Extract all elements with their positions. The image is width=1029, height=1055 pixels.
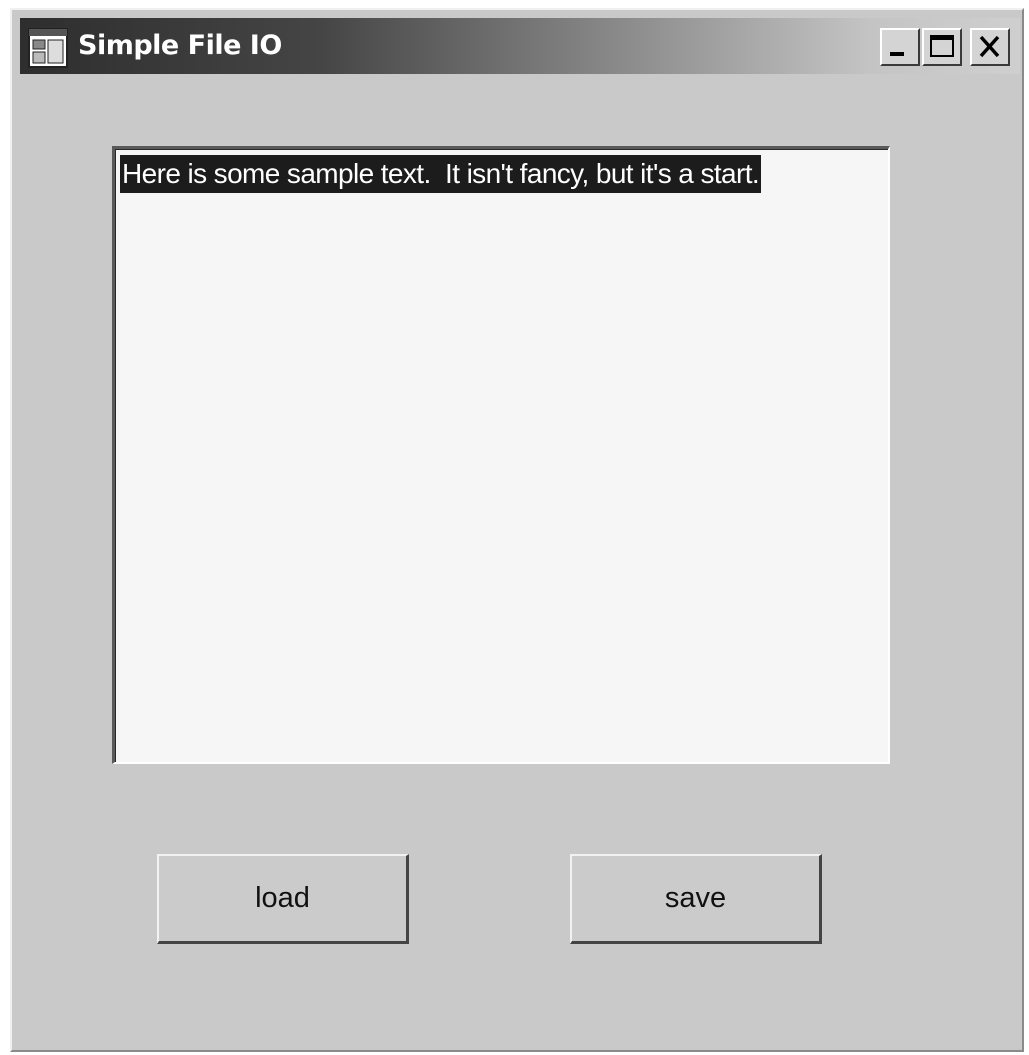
text-area[interactable]: Here is some sample text. It isn't fancy… [112, 146, 890, 764]
maximize-button[interactable] [922, 28, 962, 66]
save-button[interactable]: save [570, 854, 822, 944]
close-icon [979, 35, 1000, 58]
main-window: Simple File IO Here is some sample text.… [10, 8, 1024, 1052]
close-button[interactable] [970, 28, 1010, 66]
window-title: Simple File IO [78, 30, 282, 61]
minimize-button[interactable] [880, 28, 920, 66]
app-window-icon[interactable] [28, 28, 68, 68]
minimize-icon [890, 52, 904, 56]
selected-text[interactable]: Here is some sample text. It isn't fancy… [120, 155, 762, 193]
title-bar[interactable]: Simple File IO [20, 18, 1020, 74]
maximize-icon [930, 35, 954, 57]
load-button[interactable]: load [157, 854, 409, 944]
